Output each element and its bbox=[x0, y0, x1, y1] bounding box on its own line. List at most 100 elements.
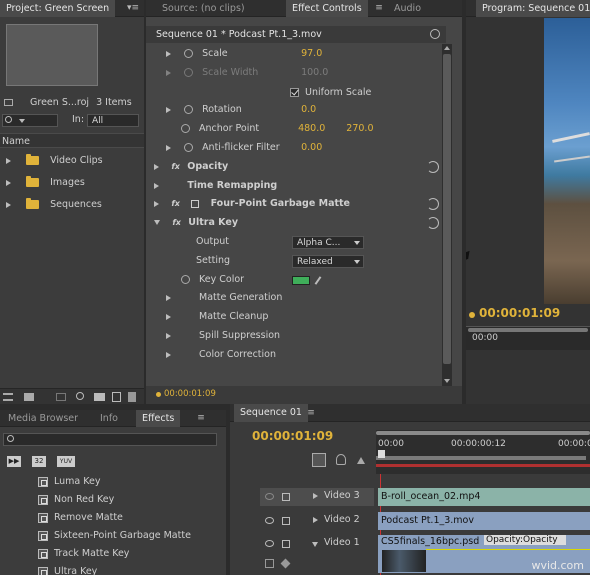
expand-triangle-icon[interactable] bbox=[166, 106, 171, 113]
stopwatch-icon[interactable] bbox=[181, 275, 190, 284]
matte-generation-group[interactable]: Matte Generation bbox=[166, 289, 282, 307]
scroll-up-icon[interactable] bbox=[444, 46, 450, 50]
stopwatch-icon[interactable] bbox=[184, 143, 194, 152]
anchor-x-value[interactable]: 480.0 bbox=[298, 123, 325, 134]
tab-audio[interactable]: Audio bbox=[388, 0, 427, 17]
zoom-bar[interactable] bbox=[468, 328, 588, 332]
tab-program[interactable]: Program: Sequence 01 bbox=[476, 0, 590, 17]
list-view-icon[interactable] bbox=[3, 393, 13, 401]
tab-sequence-01[interactable]: Sequence 01 bbox=[234, 404, 308, 422]
expand-triangle-icon[interactable] bbox=[313, 493, 318, 499]
automate-icon[interactable] bbox=[56, 393, 66, 401]
stopwatch-icon[interactable] bbox=[184, 49, 194, 58]
folder-images[interactable]: Images bbox=[6, 174, 85, 192]
scale-value[interactable]: 97.0 bbox=[301, 48, 322, 59]
yuv-effects-icon[interactable]: YUV bbox=[57, 456, 75, 467]
spill-suppression-group[interactable]: Spill Suppression bbox=[166, 327, 280, 345]
folder-video-clips[interactable]: Video Clips bbox=[6, 152, 103, 170]
rotation-value[interactable]: 0.0 bbox=[301, 104, 316, 115]
key-color-swatch[interactable] bbox=[292, 276, 310, 285]
expand-triangle-icon[interactable] bbox=[6, 179, 11, 186]
expand-triangle-icon[interactable] bbox=[166, 332, 171, 339]
expand-triangle-icon[interactable] bbox=[166, 313, 171, 320]
folder-sequences[interactable]: Sequences bbox=[6, 196, 102, 214]
effect-item-sixteen-point-garbage-matte[interactable]: Sixteen-Point Garbage Matte bbox=[38, 527, 191, 545]
effect-opacity[interactable]: fx Opacity bbox=[154, 158, 439, 176]
color-correction-group[interactable]: Color Correction bbox=[166, 346, 276, 364]
effect-four-point-garbage-matte[interactable]: fx Four-Point Garbage Matte bbox=[154, 195, 439, 213]
expand-triangle-icon[interactable] bbox=[166, 294, 171, 301]
matte-cleanup-group[interactable]: Matte Cleanup bbox=[166, 308, 268, 326]
tab-effects[interactable]: Effects bbox=[136, 410, 181, 427]
tab-info[interactable]: Info bbox=[94, 410, 124, 427]
new-item-icon[interactable] bbox=[112, 392, 121, 402]
output-select[interactable]: Alpha C... bbox=[292, 236, 364, 249]
icon-view-icon[interactable] bbox=[24, 393, 34, 401]
effect-time-remapping[interactable]: Time Remapping bbox=[154, 177, 439, 195]
eye-icon[interactable] bbox=[265, 517, 274, 524]
film-icon[interactable] bbox=[282, 517, 290, 525]
effect-item-ultra-key[interactable]: Ultra Key bbox=[38, 563, 97, 575]
go-to-clip-icon[interactable] bbox=[430, 29, 440, 39]
film-icon[interactable] bbox=[282, 540, 290, 548]
panel-menu-icon[interactable]: ≡ bbox=[304, 408, 318, 418]
delete-icon[interactable] bbox=[128, 392, 136, 402]
expand-triangle-icon[interactable] bbox=[166, 144, 171, 151]
panel-menu-icon[interactable]: ▾≡ bbox=[126, 3, 140, 13]
work-area-bar[interactable] bbox=[376, 456, 586, 460]
playhead-icon[interactable] bbox=[378, 450, 385, 458]
effect-item-remove-matte[interactable]: Remove Matte bbox=[38, 509, 123, 527]
expand-triangle-icon[interactable] bbox=[6, 157, 11, 164]
scale-width-value[interactable]: 100.0 bbox=[301, 67, 328, 78]
effect-item-non-red-key[interactable]: Non Red Key bbox=[38, 491, 114, 509]
new-bin-icon[interactable] bbox=[94, 393, 105, 401]
reset-icon[interactable] bbox=[427, 217, 439, 229]
eye-icon[interactable] bbox=[265, 540, 274, 547]
anchor-y-value[interactable]: 270.0 bbox=[346, 123, 373, 134]
name-column-header[interactable]: Name bbox=[0, 133, 144, 148]
effect-item-track-matte-key[interactable]: Track Matte Key bbox=[38, 545, 129, 563]
stopwatch-icon[interactable] bbox=[181, 124, 190, 133]
expand-triangle-icon[interactable] bbox=[154, 182, 159, 189]
film-icon[interactable] bbox=[282, 493, 290, 501]
effect-controls-timecode[interactable]: 00:00:01:09 bbox=[164, 389, 216, 399]
expand-triangle-icon[interactable] bbox=[313, 517, 318, 523]
timeline-ruler[interactable]: 00:00 00:00:00:12 00:00:01 bbox=[376, 430, 590, 474]
32bit-effects-icon[interactable]: 32 bbox=[32, 456, 46, 467]
tab-effect-controls[interactable]: Effect Controls bbox=[286, 0, 368, 17]
expand-triangle-icon[interactable] bbox=[166, 69, 171, 76]
stopwatch-icon[interactable] bbox=[184, 105, 194, 114]
tab-media-browser[interactable]: Media Browser bbox=[2, 410, 84, 427]
program-ruler[interactable]: 00:00 bbox=[466, 326, 590, 350]
expand-triangle-icon[interactable] bbox=[166, 351, 171, 358]
set-marker-down-icon[interactable] bbox=[357, 457, 365, 464]
tab-project[interactable]: Project: Green Screen bbox=[0, 0, 116, 17]
in-filter-select[interactable]: All bbox=[87, 114, 139, 127]
ruler-zoom-bar[interactable] bbox=[376, 431, 590, 435]
find-icon[interactable] bbox=[76, 392, 84, 400]
expand-triangle-icon[interactable] bbox=[166, 50, 171, 57]
snap-icon[interactable] bbox=[312, 453, 326, 467]
transform-icon[interactable] bbox=[191, 199, 200, 208]
clip-b-roll[interactable]: B-roll_ocean_02.mp4 bbox=[378, 488, 590, 506]
uniform-scale-checkbox[interactable] bbox=[290, 87, 299, 97]
panel-menu-icon[interactable]: ≡ bbox=[194, 413, 208, 423]
opacity-keyframe-select[interactable]: Opacity:Opacity bbox=[484, 535, 566, 545]
anti-flicker-value[interactable]: 0.00 bbox=[301, 142, 322, 153]
setting-select[interactable]: Relaxed bbox=[292, 255, 364, 268]
expand-triangle-icon[interactable] bbox=[154, 163, 159, 170]
scroll-down-icon[interactable] bbox=[444, 379, 450, 383]
panel-menu-icon[interactable]: ≡ bbox=[372, 3, 386, 13]
eyedropper-icon[interactable] bbox=[314, 276, 322, 285]
collapse-triangle-icon[interactable] bbox=[154, 220, 160, 225]
effect-ultra-key[interactable]: fx Ultra Key bbox=[154, 214, 439, 232]
program-timecode[interactable]: 00:00:01:09 bbox=[479, 306, 560, 320]
scroll-thumb[interactable] bbox=[443, 54, 451, 364]
collapse-triangle-icon[interactable] bbox=[312, 542, 318, 547]
set-marker-icon[interactable] bbox=[336, 454, 346, 465]
keyframe-icon[interactable] bbox=[280, 558, 291, 569]
effects-search-input[interactable] bbox=[3, 433, 217, 446]
display-style-icon[interactable] bbox=[265, 559, 274, 568]
reset-icon[interactable] bbox=[427, 198, 439, 210]
timeline-timecode[interactable]: 00:00:01:09 bbox=[252, 429, 333, 443]
